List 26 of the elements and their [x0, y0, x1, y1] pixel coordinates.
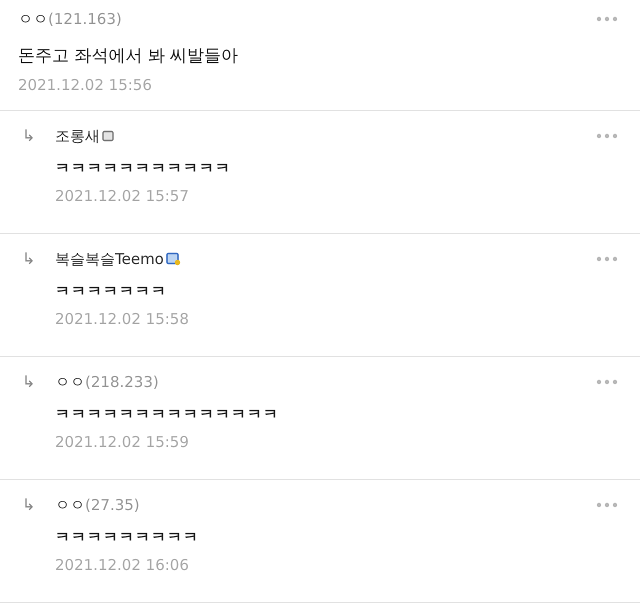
reply-date: 2021.12.02 15:59: [55, 433, 190, 451]
reply-text: ㅋㅋㅋㅋㅋㅋㅋㅋㅋ: [55, 528, 200, 547]
more-icon[interactable]: [596, 256, 618, 262]
reply-arrow: ↳: [22, 494, 36, 516]
author-name: 복슬복슬Teemo: [55, 250, 164, 268]
more-icon[interactable]: [596, 16, 618, 22]
reply-text: ㅋㅋㅋㅋㅋㅋㅋㅋㅋㅋㅋ: [55, 159, 232, 178]
reply-date: 2021.12.02 15:57: [55, 187, 190, 205]
more-icon[interactable]: [596, 379, 618, 385]
reply-date: 2021.12.02 15:58: [55, 310, 190, 328]
more-icon[interactable]: [596, 502, 618, 508]
author-name: ㅇㅇ(121.163): [18, 10, 122, 28]
more-icon[interactable]: [596, 133, 618, 139]
author-name: 조롱새: [55, 126, 100, 146]
reply-arrow: ↳: [22, 125, 36, 147]
reply-arrow: ↳: [22, 248, 36, 270]
reply-arrow: ↳: [22, 371, 36, 393]
comment-date: 2021.12.02 15:56: [18, 76, 153, 94]
author-name: ㅇㅇ(27.35): [55, 496, 140, 514]
nickname-badge-icon: [166, 252, 181, 266]
reply-date: 2021.12.02 16:06: [55, 556, 190, 574]
nickname-badge-icon: [102, 130, 114, 142]
reply-text: ㅋㅋㅋㅋㅋㅋㅋ: [55, 282, 168, 301]
comment-text: 돈주고 좌석에서 봐 씨발들아: [18, 45, 240, 67]
author-name: ㅇㅇ(218.233): [55, 372, 159, 392]
reply-text: ㅋㅋㅋㅋㅋㅋㅋㅋㅋㅋㅋㅋㅋㅋ: [55, 405, 280, 424]
